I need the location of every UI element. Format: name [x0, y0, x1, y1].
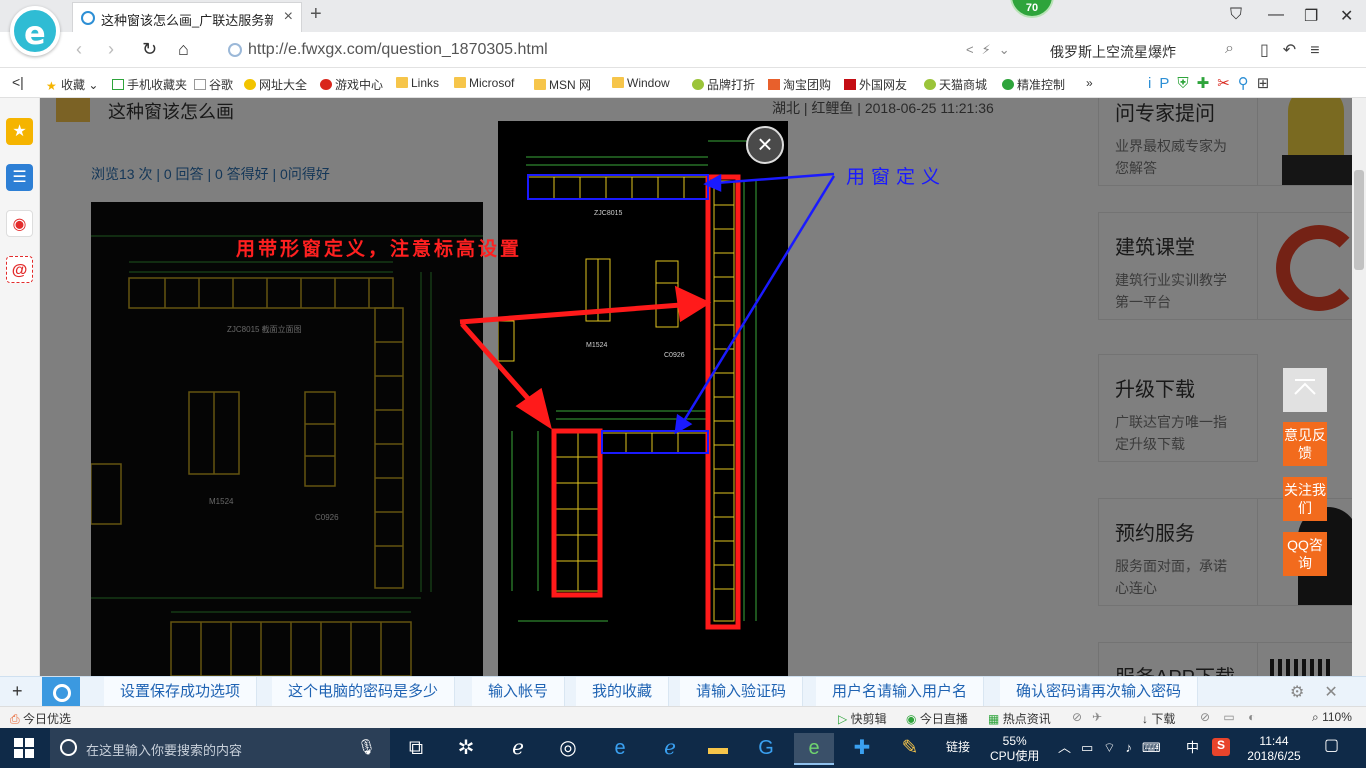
qq-consult-button[interactable]: QQ咨询 [1283, 532, 1327, 576]
sogou-ime-icon[interactable]: S [1212, 738, 1230, 756]
file-explorer-icon[interactable]: ▬ [698, 733, 738, 765]
cpu-percent: 55% [1002, 734, 1027, 748]
suggestion-item[interactable]: 设置保存成功选项 [104, 677, 258, 707]
annotation-blue: 用窗定义 [846, 167, 947, 188]
microphone-icon[interactable]: 🎙 [357, 738, 376, 756]
screen: 这种窗该怎么画_广联达服务新干线 × + 70 ⛉ — ❐ ✕ e ‹ › ↻ … [0, 0, 1366, 768]
browser-logo-icon[interactable]: e [10, 6, 60, 56]
status-tool-icons[interactable]: ⊘ ✈ [1072, 710, 1102, 724]
cpu-label: CPU使用 [990, 749, 1040, 763]
zoom-level[interactable]: ⌕ 110% [1312, 710, 1352, 725]
suggestion-item[interactable]: 用户名请输入用户名 [816, 677, 985, 707]
notes-app-icon[interactable]: ✎ [890, 733, 930, 765]
glodon-app-icon[interactable]: G [746, 733, 786, 765]
browser-status-bar: ⎙ 今日优选 ▷ 快剪辑 ◉ 今日直播 ▦ 热点资讯 ⊘ ✈ ↓ 下载 ⊘ ▭ … [0, 706, 1366, 728]
feedback-button[interactable]: 意见反馈 [1283, 422, 1327, 466]
status-item[interactable]: ◉ 今日直播 [906, 710, 968, 727]
edge-icon[interactable]: e [600, 733, 640, 765]
add-icon[interactable]: + [12, 681, 23, 702]
close-viewer-button[interactable]: × [746, 126, 784, 164]
browser-taskbar-icon[interactable]: e [794, 733, 834, 765]
ime-indicator[interactable]: 中 [1186, 740, 1199, 755]
suggestion-settings-icon[interactable]: ⚙✕ [1290, 682, 1358, 702]
suggestion-item[interactable]: 确认密码请再次输入密码 [1000, 677, 1199, 707]
suggestion-item[interactable]: 我的收藏 [576, 677, 670, 707]
status-item[interactable]: ▦ 热点资讯 [988, 710, 1051, 727]
suggestion-item[interactable]: 这个电脑的密码是多少 [272, 677, 456, 707]
suggestion-item[interactable]: 输入帐号 [472, 677, 566, 707]
cpu-usage[interactable]: 55% CPU使用 [990, 734, 1039, 764]
today-picks[interactable]: ⎙ 今日优选 [10, 710, 71, 727]
tray-link[interactable]: 链接 [946, 740, 970, 755]
plus-app-icon[interactable]: ✚ [842, 733, 882, 765]
status-item[interactable]: ▷ 快剪辑 [838, 710, 887, 727]
clock-date: 2018/6/25 [1247, 749, 1301, 763]
windows-taskbar: 在这里输入你要搜索的内容 🎙 ⧉ ✲ ℯ ◎ e ℯ ▬ G e ✚ ✎ 链接 … [0, 728, 1366, 768]
scrollbar-thumb[interactable] [1354, 170, 1364, 270]
internet-explorer-icon[interactable]: ℯ [650, 733, 690, 765]
spiral-app-icon[interactable]: ◎ [548, 733, 588, 765]
cortana-icon [60, 739, 77, 756]
clock[interactable]: 11:44 2018/6/25 [1244, 734, 1304, 764]
suggestion-bar: + 设置保存成功选项 这个电脑的密码是多少 输入帐号 我的收藏 请输入验证码 用… [0, 676, 1366, 707]
task-view-icon[interactable]: ⧉ [396, 733, 436, 765]
windows-start-icon[interactable] [14, 738, 34, 758]
tray-icons[interactable]: ︿▭⌔♪⌨ [1058, 740, 1171, 755]
status-item[interactable]: ↓ 下载 [1142, 710, 1175, 727]
suggestion-logo-icon[interactable] [42, 677, 80, 707]
notifications-icon[interactable]: ▢ [1324, 738, 1339, 754]
status-misc-icons[interactable]: ⊘ ▭ ◐ [1200, 710, 1265, 724]
annotation-red: 用带形窗定义，注意标高设置 [236, 239, 523, 260]
arrow-up-icon [1294, 379, 1316, 395]
suggestion-item[interactable]: 请输入验证码 [680, 677, 804, 707]
annotation-arrows [459, 172, 836, 435]
ie-browser-icon[interactable]: ℯ [498, 733, 538, 765]
taskbar-search-input[interactable]: 在这里输入你要搜索的内容 🎙 [50, 728, 390, 768]
taskbar-search-placeholder: 在这里输入你要搜索的内容 [86, 743, 243, 758]
follow-us-button[interactable]: 关注我们 [1283, 477, 1327, 521]
fan-app-icon[interactable]: ✲ [446, 733, 486, 765]
clock-time: 11:44 [1259, 734, 1289, 748]
back-to-top-button[interactable] [1283, 368, 1327, 412]
